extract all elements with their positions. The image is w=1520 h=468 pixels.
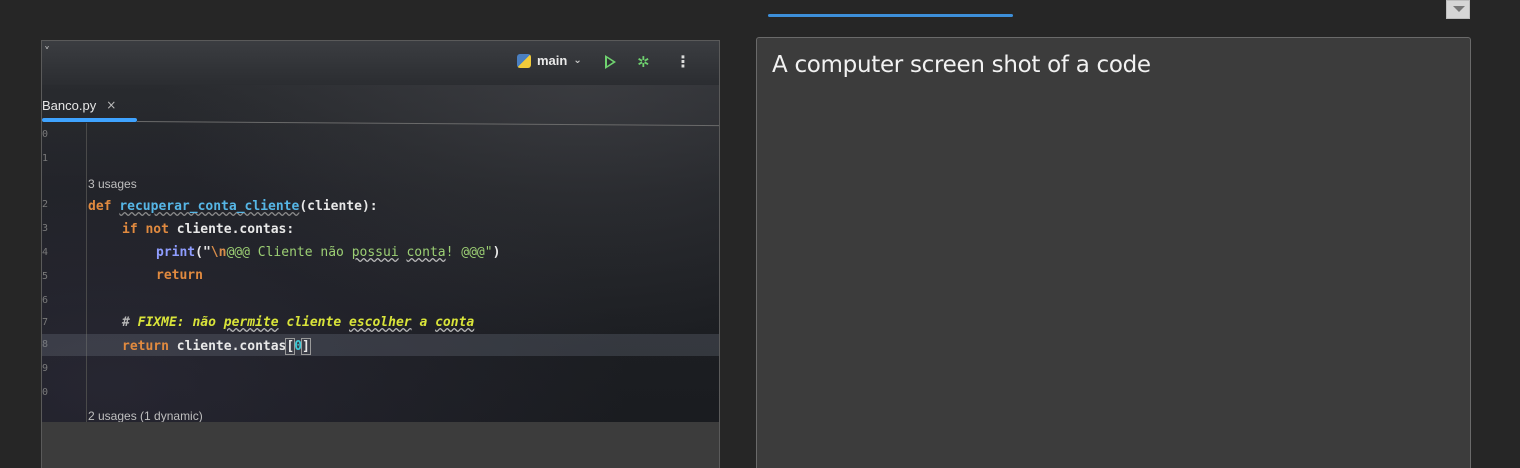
ide-toolbar: ˅ main ⌄ ✲ ⋮	[42, 41, 719, 85]
code-token: escolher	[349, 315, 412, 330]
active-tab-indicator[interactable]	[768, 14, 1013, 17]
debug-bug-icon: ✲	[637, 53, 650, 71]
code-token: cliente	[278, 315, 349, 330]
close-icon: ×	[106, 98, 117, 112]
line-number: 9	[42, 363, 49, 374]
code-token: if not	[122, 222, 177, 237]
code-token: )	[492, 245, 501, 260]
file-tab-label: Banco.py	[42, 97, 97, 113]
code-token: @@@ Cliente não	[226, 245, 352, 260]
python-icon	[517, 53, 531, 68]
code-token: ("	[195, 245, 211, 260]
code-token: return	[122, 339, 177, 354]
code-token: conta	[435, 315, 475, 330]
caption-text: A computer screen shot of a code	[772, 52, 1151, 78]
code-token: a	[411, 315, 436, 330]
code-token: ! @@@"	[445, 245, 493, 260]
line-number: 0	[42, 129, 49, 140]
code-token: return	[156, 268, 203, 283]
branch-name: main	[537, 53, 568, 68]
code-line: return cliente.contas[0]	[122, 338, 311, 355]
line-number: 5	[42, 271, 49, 282]
code-token: cliente.contas:	[176, 222, 295, 237]
line-number: 7	[42, 317, 49, 328]
code-token: #	[122, 315, 138, 330]
code-screenshot-image: ˅ main ⌄ ✲ ⋮ Banco.py × 0 1 2 3 4 5 6 7 …	[42, 41, 719, 422]
line-number: 4	[42, 247, 49, 258]
gutter-divider	[86, 123, 87, 422]
code-token: cliente.contas	[176, 339, 287, 354]
run-icon	[605, 55, 616, 69]
chevron-down-icon: ˅	[44, 45, 50, 59]
line-number: 6	[42, 295, 49, 306]
code-line: # FIXME: não permite cliente escolher a …	[122, 315, 474, 330]
line-number: 0	[42, 387, 49, 398]
code-token: ]	[301, 338, 311, 355]
code-line: if not cliente.contas:	[122, 222, 294, 237]
usages-hint: 2 usages (1 dynamic)	[88, 409, 203, 422]
code-line: def recuperar_conta_cliente(cliente):	[88, 199, 378, 214]
code-token: \n	[210, 245, 227, 260]
file-tab: Banco.py ×	[42, 91, 116, 119]
code-token: 0	[294, 339, 303, 354]
line-number: 2	[42, 199, 49, 210]
tab-divider	[136, 121, 719, 127]
caret-down-icon	[1453, 6, 1465, 12]
code-token: possui	[351, 245, 399, 260]
branch-selector: main ⌄	[517, 53, 582, 68]
caption-textarea[interactable]: A computer screen shot of a code	[756, 37, 1471, 468]
code-line: return	[156, 268, 203, 283]
code-token: recuperar_conta_cliente	[119, 199, 300, 214]
code-token: FIXME: não	[137, 315, 224, 330]
code-token: print	[156, 245, 196, 260]
file-tab-underline	[42, 118, 137, 122]
code-token: permite	[223, 315, 279, 330]
code-token: def	[88, 199, 120, 214]
code-line: print("\n@@@ Cliente não possui conta! @…	[156, 245, 500, 260]
page: ˅ main ⌄ ✲ ⋮ Banco.py × 0 1 2 3 4 5 6 7 …	[0, 0, 1520, 468]
code-token: conta	[406, 245, 446, 260]
chevron-down-icon: ⌄	[573, 55, 582, 66]
code-token: (cliente):	[299, 199, 378, 214]
image-panel: ˅ main ⌄ ✲ ⋮ Banco.py × 0 1 2 3 4 5 6 7 …	[41, 40, 720, 468]
usages-hint: 3 usages	[88, 177, 137, 191]
line-number: 3	[42, 223, 49, 234]
more-options-icon: ⋮	[675, 52, 691, 71]
line-number: 1	[42, 153, 49, 164]
text-cursor	[309, 338, 311, 352]
dropdown-toggle-button[interactable]	[1446, 0, 1470, 19]
